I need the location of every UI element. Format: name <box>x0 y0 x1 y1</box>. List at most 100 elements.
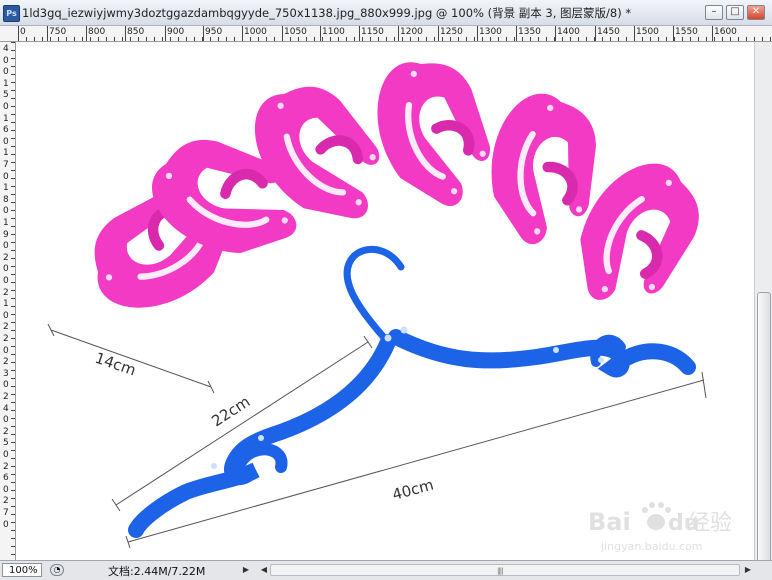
maximize-button[interactable]: □ <box>726 5 744 20</box>
ruler-v-minor-tick <box>11 482 15 483</box>
ruler-h-minor-tick <box>354 37 355 41</box>
ruler-v-label: 0 <box>3 276 9 286</box>
ruler-v-label: 3 <box>3 368 9 379</box>
ruler-h-minor-tick <box>266 37 267 41</box>
ruler-h-minor-tick <box>202 37 203 41</box>
ruler-h-minor-tick <box>26 37 27 41</box>
ruler-v-minor-tick <box>11 330 15 331</box>
vertical-scrollbar[interactable] <box>754 42 772 564</box>
ruler-v-minor-tick <box>11 306 15 307</box>
status-info-icon[interactable]: ◔ <box>50 564 64 576</box>
ruler-v-minor-tick <box>11 434 15 435</box>
ruler-h-minor-tick <box>66 37 67 41</box>
scroll-right-arrow-icon[interactable]: ▶ <box>742 564 754 576</box>
ruler-v-label: 6 <box>3 473 9 484</box>
document-canvas[interactable]: 14cm 22cm 40cm Bai du 经验 jingyan.baidu.c… <box>16 42 754 560</box>
ruler-v-minor-tick <box>11 138 15 139</box>
ruler-v-minor-tick <box>11 386 15 387</box>
ruler-v-label: 2 <box>3 392 9 402</box>
ruler-h-tick <box>398 26 399 41</box>
ruler-v-minor-tick <box>11 122 15 123</box>
vertical-ruler[interactable]: 4001501601701801902002102202302402502602… <box>0 42 16 560</box>
ruler-h-minor-tick <box>682 37 683 41</box>
ruler-h-minor-tick <box>362 37 363 41</box>
vertical-scrollbar-thumb[interactable] <box>757 292 771 564</box>
ruler-v-minor-tick <box>11 354 15 355</box>
ruler-h-minor-tick <box>594 37 595 41</box>
scrollbar-grip-icon: |||| <box>497 567 504 575</box>
ruler-v-minor-tick <box>11 314 15 315</box>
ruler-v-minor-tick <box>11 202 15 203</box>
ruler-h-minor-tick <box>330 37 331 41</box>
horizontal-scrollbar[interactable]: |||| <box>270 564 740 576</box>
ruler-h-minor-tick <box>338 37 339 41</box>
ruler-v-minor-tick <box>11 42 15 43</box>
ruler-h-tick <box>165 26 166 41</box>
doc-size-label: 文档: <box>108 565 134 578</box>
ruler-h-minor-tick <box>306 37 307 41</box>
ruler-h-minor-tick <box>90 37 91 41</box>
close-button[interactable]: ✕ <box>747 5 765 20</box>
ruler-v-label: 2 <box>3 252 9 263</box>
ruler-h-minor-tick <box>482 37 483 41</box>
ruler-v-label: 2 <box>3 357 9 368</box>
ruler-v-label: 2 <box>3 461 9 472</box>
ruler-h-minor-tick <box>770 37 771 41</box>
ruler-v-minor-tick <box>11 234 15 235</box>
ruler-h-minor-tick <box>178 37 179 41</box>
ruler-h-minor-tick <box>82 37 83 41</box>
ruler-v-minor-tick <box>11 466 15 467</box>
ruler-v-minor-tick <box>11 530 15 531</box>
ruler-v-label: 2 <box>3 322 9 333</box>
ruler-h-minor-tick <box>586 37 587 41</box>
ruler-h-minor-tick <box>50 37 51 41</box>
ruler-h-minor-tick <box>610 37 611 41</box>
ruler-h-minor-tick <box>618 37 619 41</box>
ruler-v-label: 0 <box>3 67 9 78</box>
ruler-h-minor-tick <box>538 37 539 41</box>
ruler-h-minor-tick <box>698 37 699 41</box>
ruler-h-label: 1550 <box>675 27 698 37</box>
ruler-h-minor-tick <box>546 37 547 41</box>
window-title-bar[interactable]: Ps 1ld3gq_iezwiyjwmy3doztggazdambqgyyde_… <box>0 0 772 26</box>
ruler-h-tick <box>477 26 478 41</box>
ruler-h-label: 0 <box>20 27 26 37</box>
ruler-h-minor-tick <box>754 37 755 41</box>
ruler-h-tick <box>555 26 556 41</box>
ruler-h-minor-tick <box>690 37 691 41</box>
ruler-h-label: 800 <box>88 27 106 37</box>
ruler-h-minor-tick <box>394 37 395 41</box>
minimize-button[interactable]: – <box>705 5 723 20</box>
ruler-h-minor-tick <box>186 37 187 41</box>
ruler-h-minor-tick <box>522 37 523 41</box>
ruler-h-label: 1000 <box>244 27 267 37</box>
ruler-h-tick <box>320 26 321 41</box>
scroll-left-arrow-icon[interactable]: ◀ <box>258 564 270 576</box>
ruler-h-minor-tick <box>114 37 115 41</box>
status-menu-arrow-icon[interactable]: ▶ <box>240 564 252 576</box>
ruler-h-minor-tick <box>298 37 299 41</box>
ruler-v-minor-tick <box>11 162 15 163</box>
ruler-h-minor-tick <box>730 37 731 41</box>
ruler-v-label: 0 <box>3 241 9 252</box>
ruler-h-minor-tick <box>242 37 243 41</box>
ruler-h-minor-tick <box>746 37 747 41</box>
ruler-v-label: 9 <box>3 229 9 240</box>
zoom-level-field[interactable]: 100% <box>2 563 42 577</box>
ruler-v-minor-tick <box>11 242 15 243</box>
ruler-h-minor-tick <box>282 37 283 41</box>
ruler-h-label: 1100 <box>322 27 345 37</box>
ruler-v-label: 0 <box>3 310 9 321</box>
ruler-h-minor-tick <box>346 37 347 41</box>
ruler-v-label: 0 <box>3 264 9 275</box>
horizontal-ruler[interactable]: 0 750 800 850 900 950 1000 1050 1100 1150 1200 1250… <box>0 26 772 42</box>
ruler-h-minor-tick <box>450 37 451 41</box>
ruler-v-minor-tick <box>11 442 15 443</box>
ruler-h-minor-tick <box>530 37 531 41</box>
ruler-h-tick <box>125 26 126 41</box>
ruler-v-label: 0 <box>3 55 9 66</box>
ruler-v-label: 2 <box>3 426 9 437</box>
ruler-h-minor-tick <box>194 37 195 41</box>
ruler-h-label: 1350 <box>518 27 541 37</box>
ruler-v-minor-tick <box>11 370 15 371</box>
